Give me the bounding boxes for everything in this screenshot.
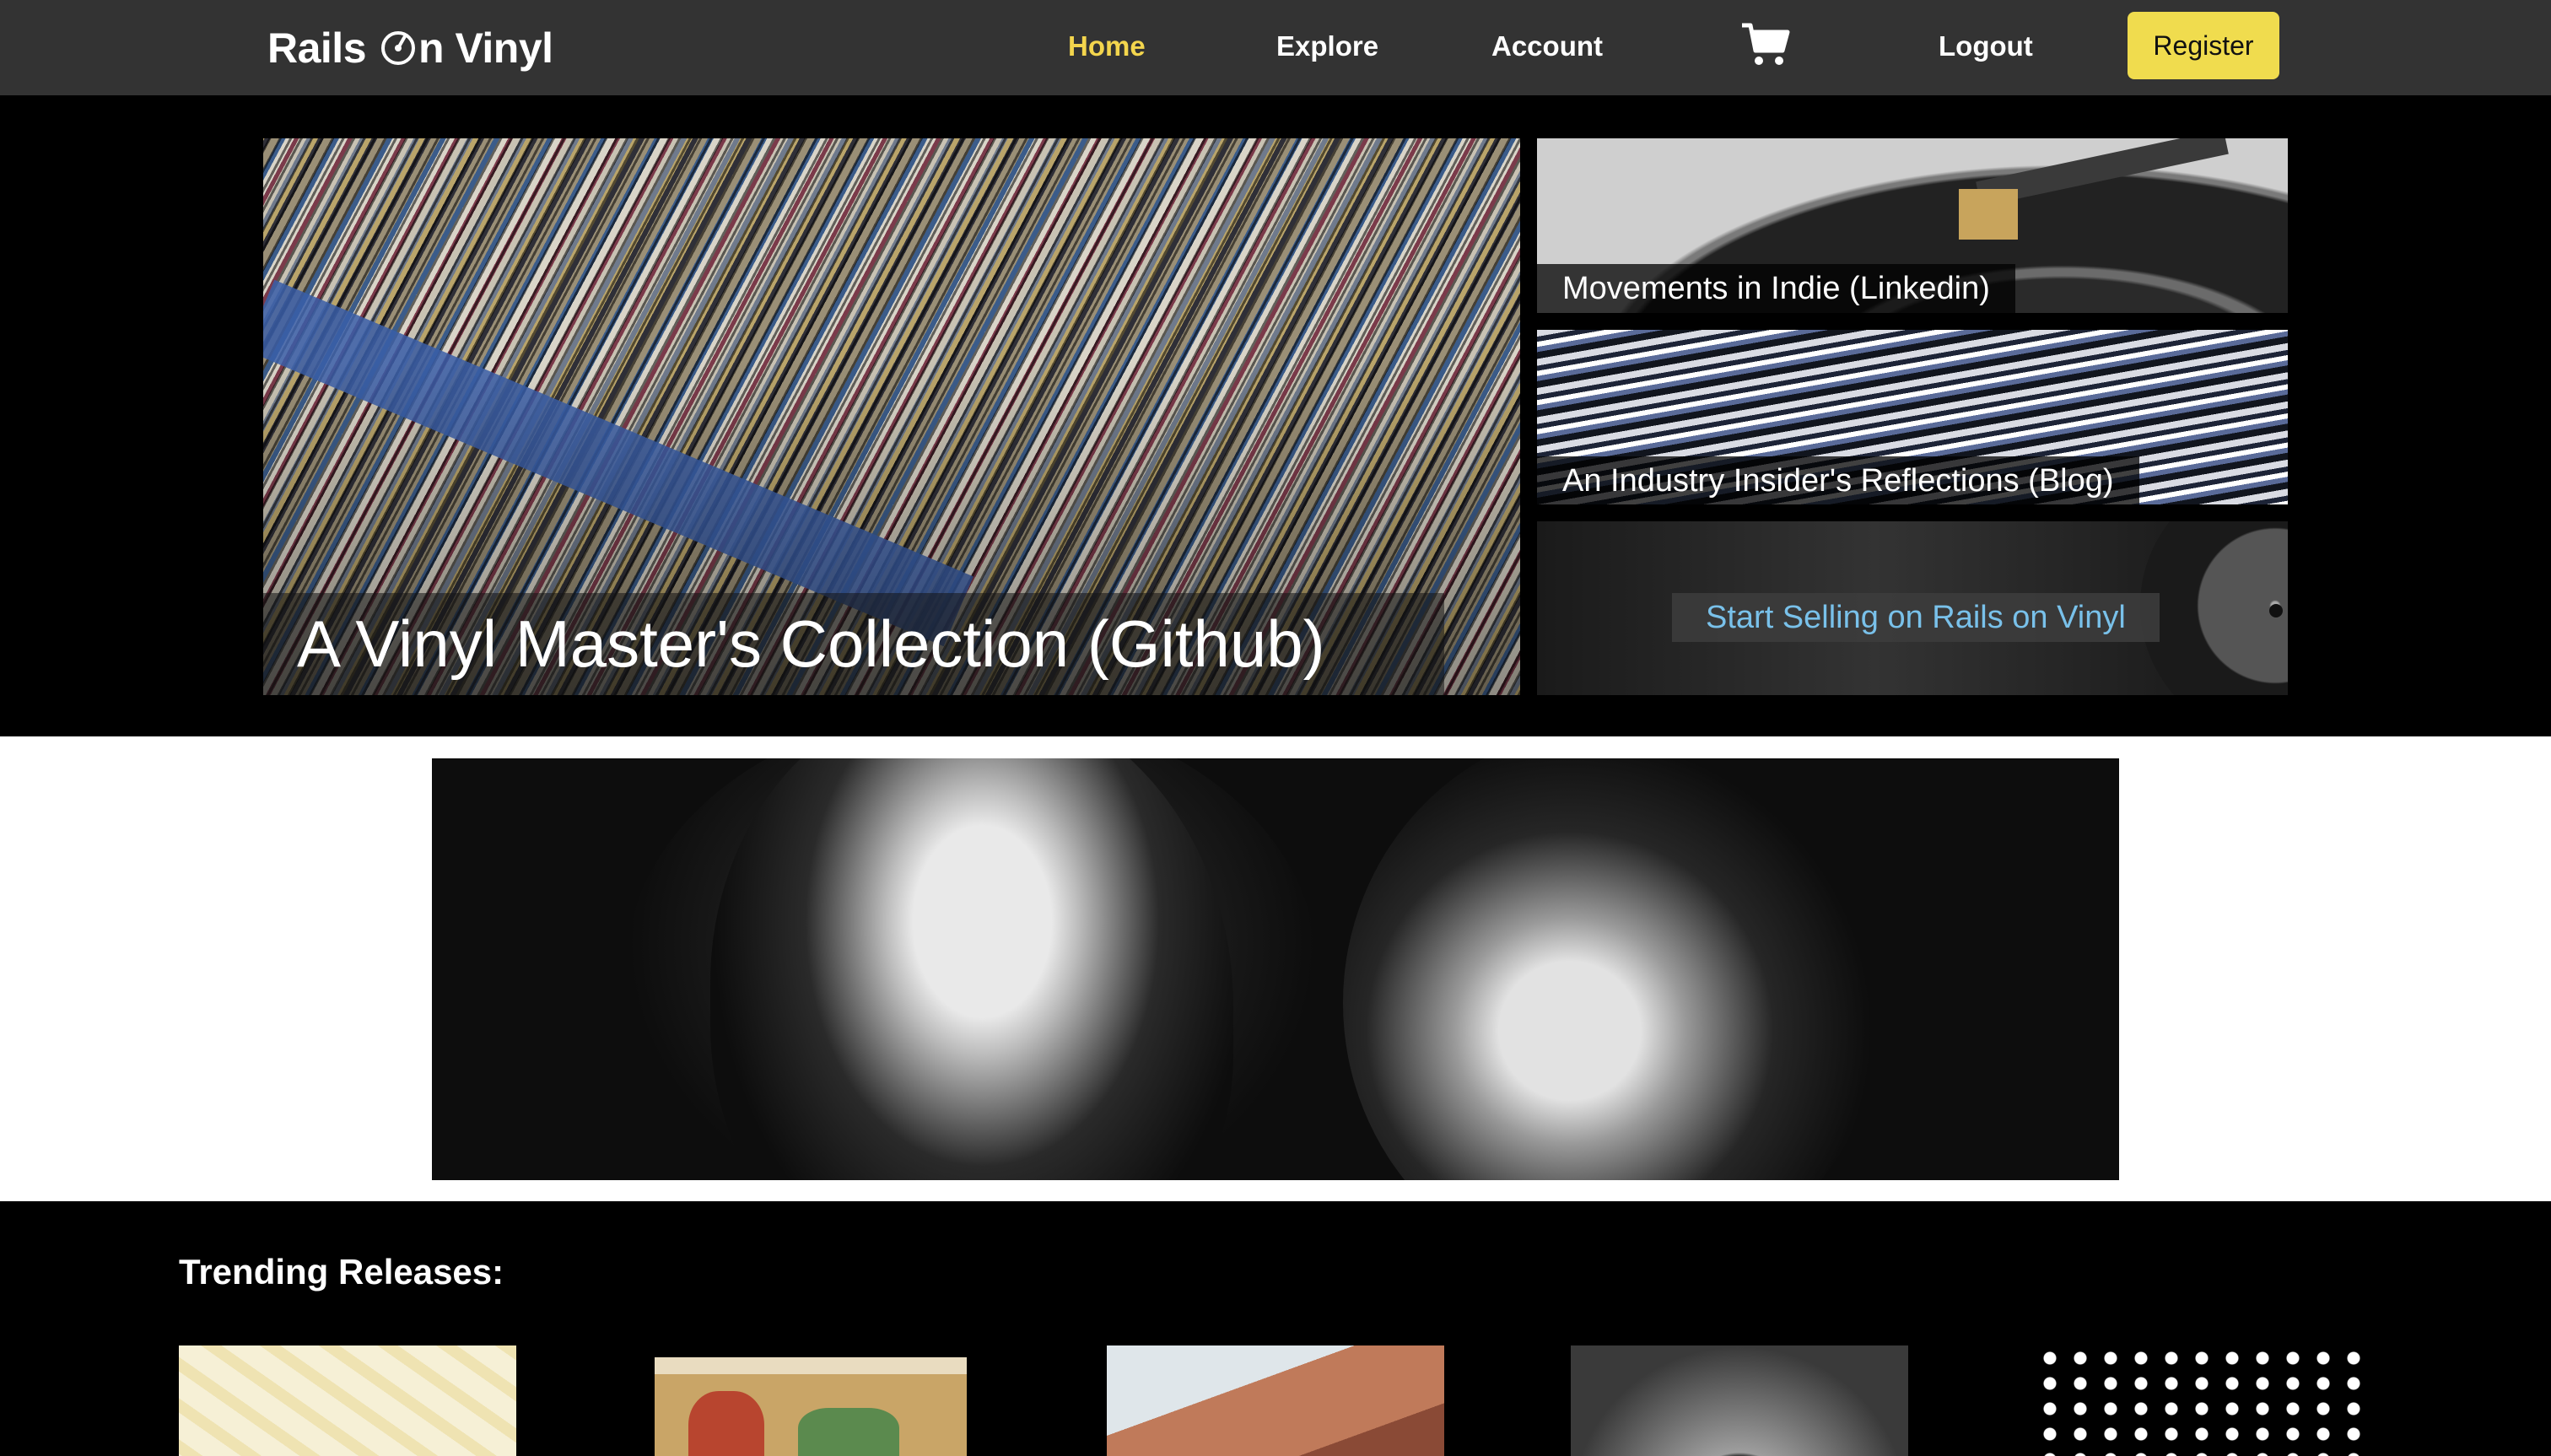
nav-explore[interactable]: Explore [1276,25,1378,67]
start-selling-link[interactable]: Start Selling on Rails on Vinyl [1672,593,2160,642]
brand-text-rails: Rails [267,24,367,72]
artist-portrait-right [1343,758,1883,1180]
trending-album-cover[interactable] [1571,1345,1908,1456]
trending-album-cover[interactable] [2035,1345,2372,1456]
feature-banner-section [0,736,2551,1201]
brand-logo[interactable]: Rails n Vinyl [267,19,553,78]
trending-title: Trending Releases: [179,1252,504,1292]
hero-tile2-caption[interactable]: An Industry Insider's Reflections (Blog) [1537,456,2139,505]
cover-art-figure [798,1408,899,1456]
record-icon [381,31,416,65]
cover-art-figure [688,1391,764,1456]
trending-album-cover[interactable] [655,1357,967,1456]
nav-home[interactable]: Home [1068,25,1146,67]
trending-section: Trending Releases: [0,1201,2551,1456]
featured-artist-image[interactable] [432,758,2119,1180]
trending-album-cover[interactable] [1107,1345,1444,1456]
trending-album-cover[interactable] [179,1345,516,1456]
nav-account[interactable]: Account [1491,25,1603,67]
hero-tile1-caption[interactable]: Movements in Indie (Linkedin) [1537,264,2015,313]
register-button[interactable]: Register [2128,12,2279,79]
cartridge-image [1959,189,2018,240]
vinyl-center-dot [2269,604,2283,617]
hero-main-caption[interactable]: A Vinyl Master's Collection (Github) [263,593,1444,695]
cart-icon[interactable] [1740,22,1791,67]
brand-text-vinyl: n Vinyl [418,24,553,72]
navbar: Rails n Vinyl Home Explore Account Logou… [0,0,2551,95]
artist-portrait-left [710,758,1233,1180]
vinyl-disc-image [2140,521,2288,695]
nav-logout[interactable]: Logout [1939,25,2033,67]
